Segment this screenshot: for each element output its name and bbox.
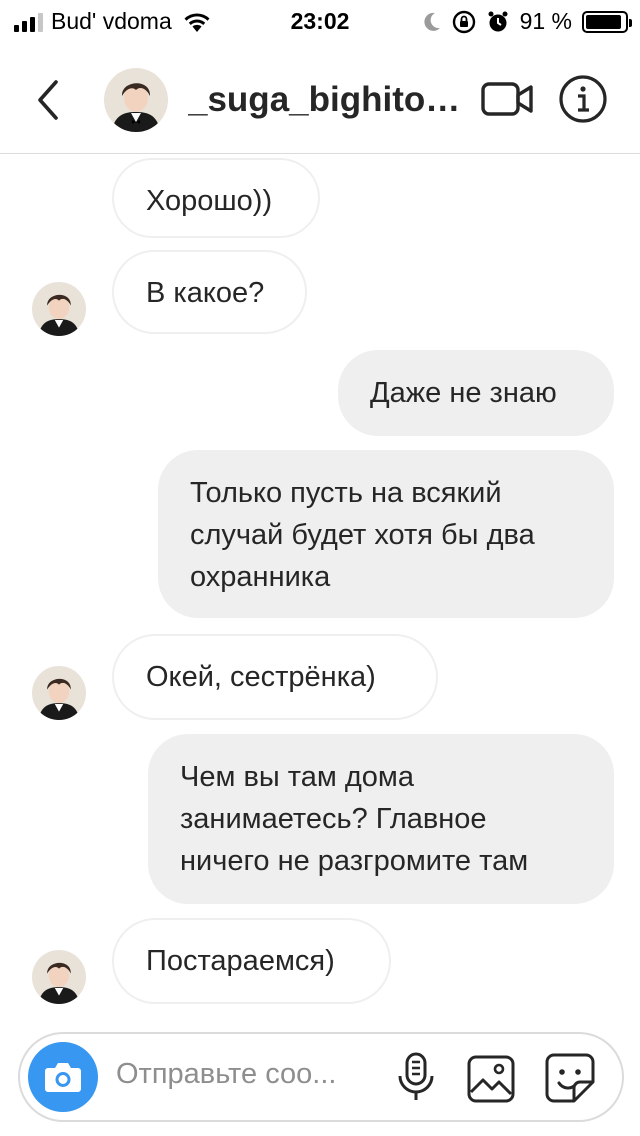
- message-incoming[interactable]: Хорошо)): [112, 158, 320, 238]
- dm-screen: Bud' vdoma 23:02 91 % _suga_bighitoff...…: [0, 0, 640, 1136]
- message-line: охранника: [190, 561, 331, 593]
- message-text: Окей, сестрёнка): [146, 661, 376, 693]
- profile-photo: [32, 282, 86, 336]
- message-incoming[interactable]: Постараемся): [112, 918, 391, 1004]
- chat-header: _suga_bighitoff...: [0, 42, 640, 154]
- message-line: Чем вы там дома: [180, 761, 414, 793]
- microphone-icon[interactable]: [394, 1052, 438, 1104]
- message-text: Хорошо)): [146, 185, 273, 217]
- message-line: занимаетесь? Главное: [180, 803, 487, 835]
- message-text: Постараемся): [146, 945, 335, 977]
- profile-photo: [32, 950, 86, 1004]
- message-line: случай будет хотя бы два: [190, 519, 535, 551]
- message-incoming[interactable]: В какое?: [112, 250, 307, 334]
- battery-percent: 91 %: [519, 8, 572, 34]
- alarm-icon: [488, 11, 508, 31]
- message-line: ничего не разгромите там: [180, 845, 529, 877]
- message-thread: Хорошо)) В какое? Даже не знаю Только пу…: [0, 154, 640, 1030]
- sticker-icon[interactable]: [544, 1052, 596, 1104]
- message-input[interactable]: [116, 1058, 376, 1091]
- chat-username[interactable]: _suga_bighitoff...: [188, 80, 468, 120]
- avatar[interactable]: [104, 68, 168, 132]
- message-line: Только пусть на всякий: [190, 477, 502, 509]
- gallery-icon[interactable]: [466, 1054, 516, 1104]
- rotation-lock-icon: [452, 10, 475, 33]
- status-bar: Bud' vdoma 23:02 91 %: [0, 0, 640, 42]
- message-composer: [18, 1032, 624, 1122]
- battery-icon: [582, 10, 632, 33]
- back-icon[interactable]: [30, 76, 70, 124]
- avatar[interactable]: [32, 282, 86, 336]
- message-incoming[interactable]: Окей, сестрёнка): [112, 634, 438, 720]
- message-outgoing[interactable]: Только пусть на всякий случай будет хотя…: [158, 450, 614, 618]
- video-call-icon[interactable]: [480, 78, 534, 120]
- avatar[interactable]: [32, 666, 86, 720]
- message-text: В какое?: [146, 277, 265, 309]
- camera-icon: [45, 1063, 81, 1092]
- message-text: Даже не знаю: [370, 377, 557, 409]
- profile-photo: [32, 666, 86, 720]
- moon-icon: [423, 12, 440, 31]
- info-icon[interactable]: [558, 74, 608, 124]
- camera-button[interactable]: [28, 1042, 98, 1112]
- message-outgoing[interactable]: Чем вы там дома занимаетесь? Главное нич…: [148, 734, 614, 904]
- avatar[interactable]: [32, 950, 86, 1004]
- profile-photo: [104, 68, 168, 132]
- message-outgoing[interactable]: Даже не знаю: [338, 350, 614, 436]
- status-right: 91 %: [422, 8, 632, 35]
